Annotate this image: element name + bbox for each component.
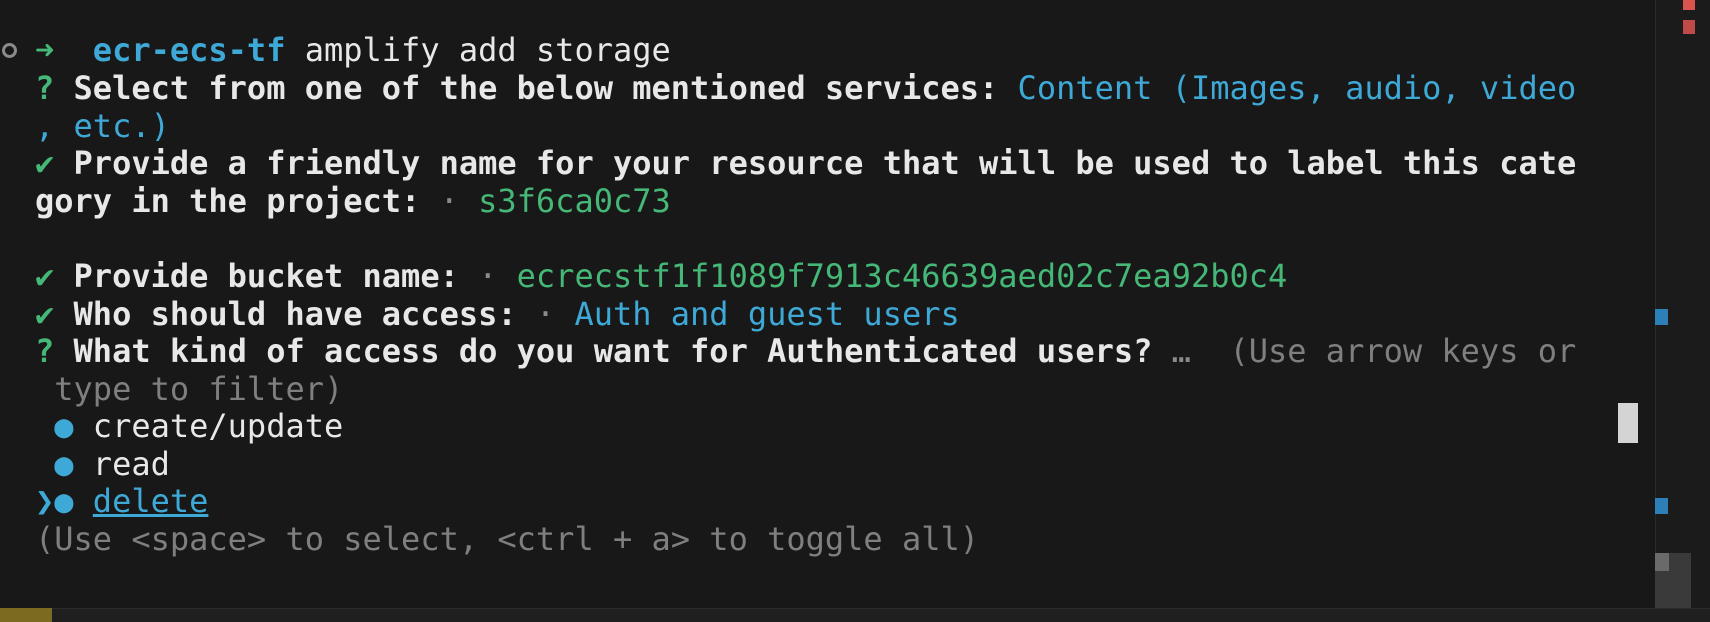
option-bullet-icon: ● — [54, 482, 74, 520]
separator-dot: · — [478, 257, 498, 295]
question-mark-icon: ? — [35, 69, 55, 107]
option-pointer — [35, 445, 54, 483]
question-service-wrap: , etc.) — [35, 106, 170, 147]
status-bar — [0, 608, 1710, 622]
error-marker — [1683, 20, 1695, 34]
checkmark-icon: ✔ — [35, 257, 55, 295]
option-pointer — [35, 407, 54, 445]
option-read[interactable]: ● read — [35, 444, 170, 485]
question-service-text: Select from one of the below mentioned s… — [73, 69, 999, 107]
filter-hint-wrap: type to filter) — [35, 369, 343, 410]
error-marker — [1683, 0, 1695, 10]
command-status-icon — [2, 43, 17, 58]
question-friendly-name-wrap: gory in the project: · s3f6ca0c73 — [35, 181, 671, 222]
prompt-arrow-icon: ➜ — [35, 31, 55, 69]
scrollbar-thumb-marker — [1655, 553, 1669, 571]
option-pointer-icon: ❯ — [35, 482, 55, 520]
question-friendly-name-text: Provide a friendly name for your resourc… — [73, 144, 1577, 182]
checkmark-icon: ✔ — [35, 144, 55, 182]
option-bullet-icon: ● — [54, 407, 74, 445]
answer-bucket-name: ecrecstf1f1089f7913c46639aed02c7ea92b0c4 — [516, 257, 1288, 295]
answer-access: Auth and guest users — [574, 295, 960, 333]
option-create-update[interactable]: ● create/update — [35, 406, 343, 447]
prompt-line: ➜ ecr-ecs-tf amplify add storage — [35, 30, 671, 71]
option-label: delete — [92, 482, 209, 520]
filter-hint-part2: type to filter) — [35, 370, 344, 408]
question-bucket-line: ✔ Provide bucket name: · ecrecstf1f1089f… — [35, 256, 1287, 297]
question-auth-access-line: ? What kind of access do you want for Au… — [35, 331, 1576, 372]
selection-marker — [1655, 498, 1668, 514]
checkmark-icon: ✔ — [35, 295, 55, 333]
question-bucket-text: Provide bucket name: — [73, 257, 459, 295]
option-bullet-icon: ● — [54, 445, 74, 483]
question-access-line: ✔ Who should have access: · Auth and gue… — [35, 294, 960, 335]
terminal-panel[interactable]: ➜ ecr-ecs-tf amplify add storage ? Selec… — [0, 0, 1710, 622]
question-friendly-name-line: ✔ Provide a friendly name for your resou… — [35, 143, 1576, 184]
scrollbar-track[interactable] — [1655, 0, 1710, 608]
separator-dot: · — [535, 295, 556, 333]
separator-dot: · — [439, 182, 459, 220]
ellipsis: … — [1171, 332, 1191, 370]
option-delete[interactable]: ❯● delete — [35, 481, 208, 522]
selection-marker — [1655, 309, 1668, 325]
answer-friendly-name: s3f6ca0c73 — [478, 182, 671, 220]
question-mark-icon: ? — [35, 332, 55, 370]
terminal-cursor — [1618, 403, 1638, 443]
question-access-text: Who should have access: — [73, 295, 517, 333]
status-bar-accent — [0, 608, 52, 622]
answer-service-part1: Content (Images, audio, video — [1017, 69, 1577, 107]
question-friendly-name-text2: gory in the project: — [35, 182, 421, 220]
footer-hint: (Use <space> to select, <ctrl + a> to to… — [35, 520, 980, 558]
prompt-command: amplify add storage — [304, 31, 671, 69]
filter-hint-part1: (Use arrow keys or — [1229, 332, 1577, 370]
question-service-line: ? Select from one of the below mentioned… — [35, 68, 1576, 109]
question-auth-access-text: What kind of access do you want for Auth… — [73, 332, 1153, 370]
option-label: read — [92, 445, 170, 483]
prompt-directory: ecr-ecs-tf — [92, 31, 286, 69]
option-label: create/update — [92, 407, 344, 445]
answer-service-part2: , etc.) — [35, 107, 170, 145]
